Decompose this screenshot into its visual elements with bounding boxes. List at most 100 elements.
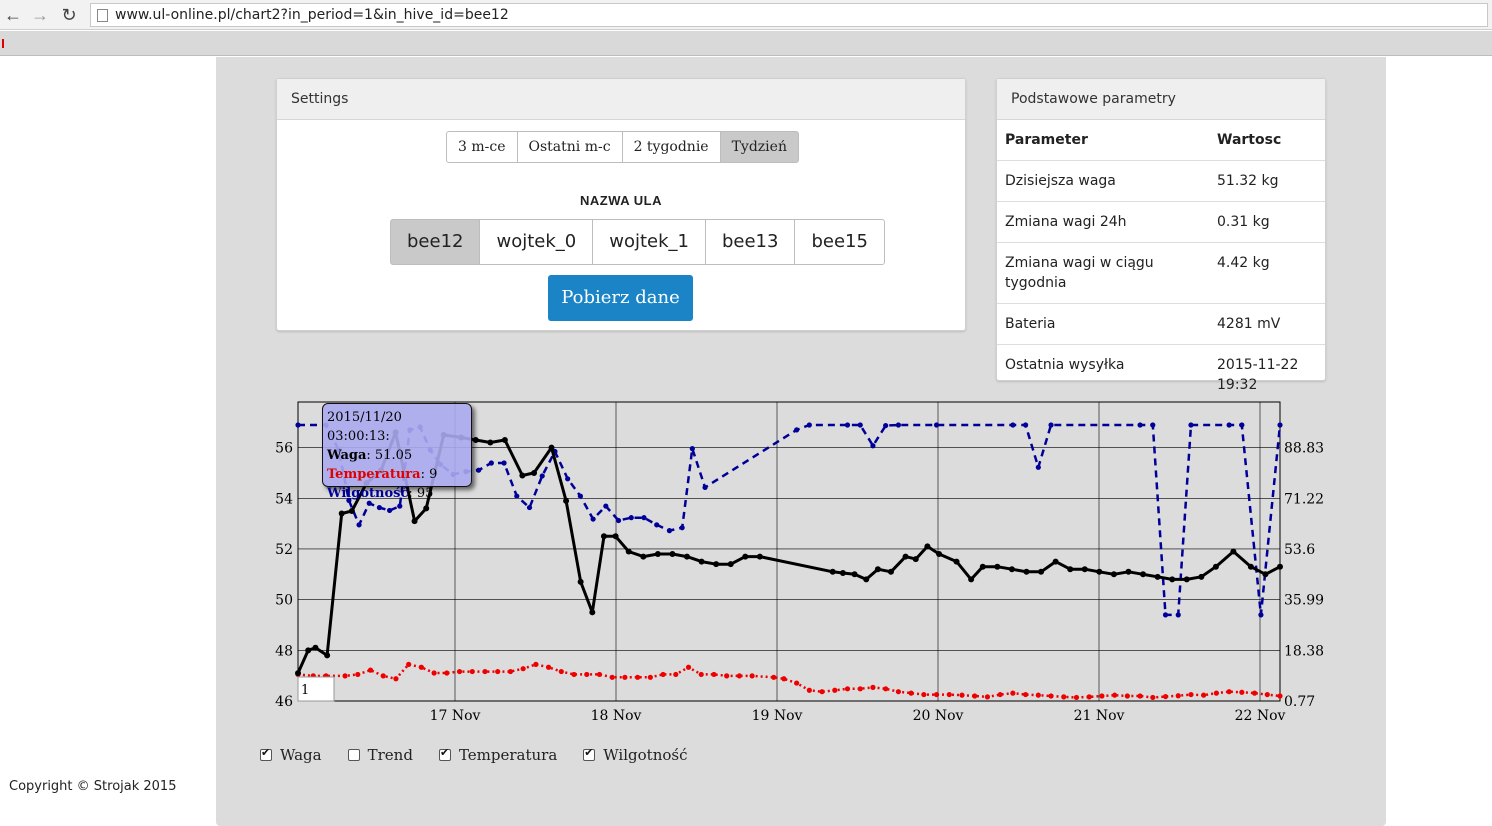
series-point-temperatura (806, 687, 812, 693)
y-left-tick-label: 48 (275, 643, 293, 659)
legend-trend[interactable]: Trend (347, 746, 413, 764)
arrow-left-icon[interactable]: ← (2, 4, 24, 26)
series-point-temperatura (870, 684, 876, 690)
settings-panel: Settings 3 m-ce Ostatni m-c 2 tygodnie T… (276, 78, 966, 331)
temp-checkbox[interactable] (438, 746, 451, 761)
series-point-waga (874, 566, 881, 573)
y-right-tick-label: 71.22 (1284, 491, 1324, 507)
address-bar[interactable]: www.ul-online.pl/chart2?in_period=1&in_h… (90, 3, 1488, 27)
param-name: Bateria (997, 303, 1209, 345)
series-point-temperatura (571, 671, 577, 678)
series-point-waga (742, 553, 749, 560)
param-name: Zmiana wagi w ciągu tygodnia (997, 242, 1209, 304)
series-point-temperatura (1201, 692, 1207, 698)
legend-wilg[interactable]: Wilgotność (583, 746, 687, 764)
series-point-wilgotno (679, 525, 685, 531)
series-point-temperatura (832, 687, 838, 693)
hive-bee13-button[interactable]: bee13 (704, 219, 796, 265)
series-point-wilgotno (397, 503, 403, 509)
series-point-waga (902, 553, 909, 560)
series-point-wilgotno (883, 422, 889, 429)
url-text[interactable]: www.ul-online.pl/chart2?in_period=1&in_h… (115, 7, 509, 23)
series-point-temperatura (609, 674, 615, 680)
series-point-temperatura (1175, 693, 1181, 699)
series-point-temperatura (596, 671, 603, 678)
series-point-waga (548, 444, 555, 451)
series-point-waga (1169, 576, 1176, 583)
period-3-months-button[interactable]: 3 m-ce (446, 131, 518, 163)
series-point-wilgotno (1035, 464, 1041, 470)
series-point-waga (1183, 576, 1190, 583)
series-point-temperatura (1251, 690, 1258, 696)
series-point-waga (863, 576, 870, 583)
hive-wojtek0-button[interactable]: wojtek_0 (479, 219, 594, 265)
series-point-wilgotno (590, 516, 596, 522)
series-point-waga (1247, 563, 1254, 570)
wilg-checkbox[interactable] (583, 746, 596, 761)
reload-icon[interactable]: ↻ (58, 4, 80, 26)
series-point-waga (1023, 568, 1030, 575)
series-point-temperatura (1213, 690, 1219, 696)
series-point-waga (829, 568, 836, 575)
series-point-wilgotno (476, 467, 482, 473)
table-row: Dzisiejsza waga 51.32 kg (997, 160, 1325, 202)
series-point-temperatura (1099, 693, 1105, 699)
series-point-waga (600, 533, 607, 540)
hive-wojtek1-button[interactable]: wojtek_1 (592, 219, 706, 265)
trend-checkbox[interactable] (347, 749, 360, 761)
series-point-temperatura (622, 674, 628, 680)
series-point-temperatura (1022, 691, 1029, 698)
series-point-temperatura (380, 673, 386, 679)
legend-trend-label: Trend (367, 746, 413, 764)
series-point-wilgotno (386, 507, 393, 514)
table-row: Zmiana wagi 24h 0.31 kg (997, 201, 1325, 243)
tooltip-waga-value: : 51.05 (366, 448, 413, 463)
legend-temp[interactable]: Temperatura (438, 746, 557, 764)
series-point-temperatura (857, 686, 863, 692)
series-point-temperatura (771, 674, 777, 680)
series-point-wilgotno (356, 522, 362, 528)
period-last-month-button[interactable]: Ostatni m-c (516, 131, 623, 163)
series-point-temperatura (431, 670, 437, 676)
series-point-wilgotno (1175, 612, 1181, 618)
hive-bee12-button[interactable]: bee12 (390, 219, 481, 265)
series-point-wilgotno (1162, 612, 1169, 618)
series-point-waga (487, 439, 494, 446)
series-point-waga (577, 578, 584, 585)
series-point-waga (519, 472, 526, 479)
tooltip-wilg: Wilgotność: 95 (327, 484, 467, 503)
series-point-waga (669, 551, 676, 558)
period-week-button[interactable]: Tydzień (719, 131, 799, 163)
series-point-waga (1096, 568, 1103, 575)
series-point-wilgotno (666, 527, 673, 534)
legend-waga[interactable]: Waga (260, 746, 322, 764)
params-title: Podstawowe parametry (997, 79, 1325, 120)
fetch-data-button[interactable]: Pobierz dane (548, 275, 693, 321)
arrow-right-icon[interactable]: → (29, 4, 51, 26)
series-point-waga (1198, 573, 1205, 580)
series-point-temperatura (724, 673, 730, 679)
series-point-waga (727, 561, 734, 568)
series-point-wilgotno (1239, 422, 1245, 428)
browser-toolbar: ← → ↻ www.ul-online.pl/chart2?in_period=… (0, 0, 1492, 30)
series-point-temperatura (635, 674, 641, 680)
series-point-temperatura (495, 668, 501, 675)
series-point-wilgotno (577, 493, 583, 499)
series-point-waga (1154, 573, 1161, 580)
x-tick-label: 20 Nov (913, 708, 964, 724)
y-right-tick-label: 18.38 (1284, 643, 1324, 659)
x-tick-label: 21 Nov (1074, 708, 1125, 724)
series-point-wilgotno (1258, 612, 1264, 618)
hive-bee15-button[interactable]: bee15 (794, 219, 885, 265)
waga-checkbox[interactable] (260, 746, 272, 761)
period-2-weeks-button[interactable]: 2 tygodnie (621, 131, 721, 163)
series-point-waga (1008, 566, 1015, 573)
series-point-temperatura (1073, 694, 1080, 701)
series-point-waga (684, 553, 691, 560)
series-point-wilgotno (844, 422, 851, 428)
bookmarks-strip (0, 31, 1492, 56)
param-value: 51.32 kg (1209, 160, 1325, 202)
series-point-wilgotno (501, 460, 507, 466)
series-point-wilgotno (806, 422, 812, 428)
series-point-waga (338, 510, 345, 517)
